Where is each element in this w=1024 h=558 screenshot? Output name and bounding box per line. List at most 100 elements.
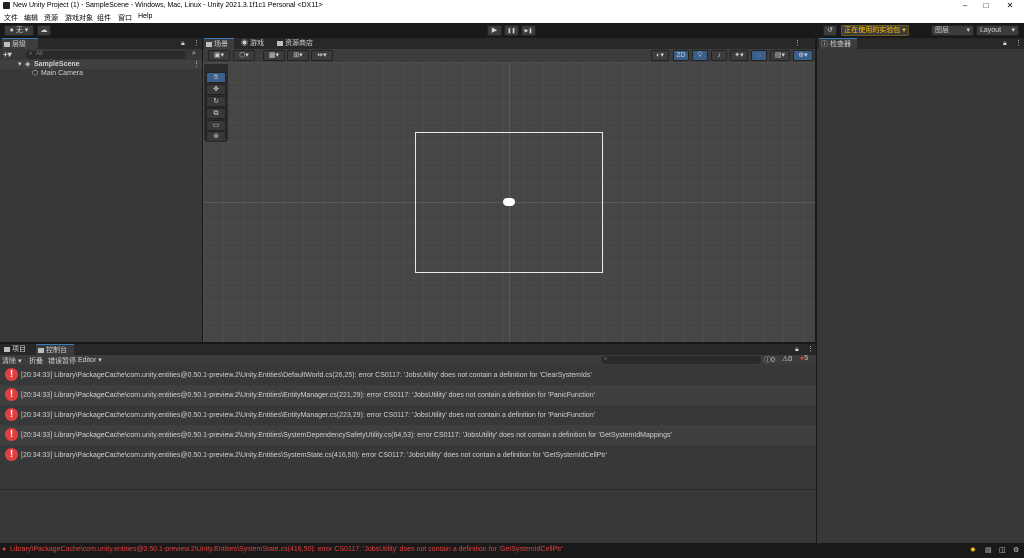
console-icon xyxy=(38,348,44,353)
render-mode-button[interactable]: ⬡▾ xyxy=(233,50,255,61)
console-entry[interactable]: ! [20:34:33] Library\PackageCache\com.un… xyxy=(0,405,816,425)
menu-gameobject[interactable]: 游戏对象 xyxy=(65,13,93,23)
scene-options-icon[interactable]: ⋮ xyxy=(193,60,200,68)
warning-count-toggle[interactable]: ⚠︎0 xyxy=(782,355,792,363)
cloud-button[interactable]: ☁ xyxy=(37,25,51,36)
cache-icon[interactable]: ◫ xyxy=(999,546,1006,554)
editor-dropdown[interactable]: Editor ▾ xyxy=(78,356,102,364)
progress-icon[interactable]: ▤ xyxy=(985,546,992,554)
lock-icon[interactable]: 🔒︎ xyxy=(181,40,185,48)
scale-tool-button[interactable]: ⧉ xyxy=(206,108,226,119)
clear-label: 清除 xyxy=(2,358,16,365)
pause-button[interactable]: ❚❚ xyxy=(504,25,519,36)
tab-hierarchy[interactable]: 层级 xyxy=(2,38,38,49)
package-status-label: 正在使用的实验包 ▾ xyxy=(844,27,906,34)
transform-tool-button[interactable]: ⊛ xyxy=(206,131,226,142)
undo-history-button[interactable]: ↺ xyxy=(823,25,837,36)
console-entry[interactable]: ! [20:34:33] Library\PackageCache\com.un… xyxy=(0,425,816,445)
cloud-icon: ☁ xyxy=(40,27,48,34)
align-button[interactable]: ⇹▾ xyxy=(311,50,333,61)
orientation-button[interactable]: ◐▾ xyxy=(651,50,669,61)
more-options-icon[interactable]: ⋮ xyxy=(807,345,814,353)
rect-tool-button[interactable]: ▭ xyxy=(206,120,226,131)
tab-inspector[interactable]: ⓘ 检查器 xyxy=(819,38,857,49)
move-tool-button[interactable]: ✥ xyxy=(206,84,226,95)
close-button[interactable]: ✕ xyxy=(1003,1,1017,11)
menu-edit[interactable]: 编辑 xyxy=(24,13,38,23)
tab-scene[interactable]: 场景 xyxy=(204,38,234,49)
console-tabbar: 项目 控制台 🔒︎ ⋮ xyxy=(0,344,816,355)
search-options-icon[interactable]: ⌕ xyxy=(192,50,196,58)
account-dropdown[interactable]: ● 无 ▾ xyxy=(4,25,34,36)
increment-snap-button[interactable]: ⊞▾ xyxy=(287,50,309,61)
step-button[interactable]: ▶❚ xyxy=(521,25,536,36)
tab-game[interactable]: ◉ 游戏 xyxy=(239,38,269,49)
minimize-button[interactable]: – xyxy=(958,1,972,11)
error-count: 5 xyxy=(804,355,809,362)
hidden-objects-button[interactable]: ◌ xyxy=(751,50,767,61)
tab-console-label: 控制台 xyxy=(46,347,67,354)
console-entry[interactable]: ! [20:34:33] Library\PackageCache\com.un… xyxy=(0,365,816,385)
console-entry[interactable]: ! [20:34:33] Library\PackageCache\com.un… xyxy=(0,445,816,465)
settings-icon[interactable]: ⚙︎ xyxy=(1013,546,1019,554)
tab-hierarchy-label: 层级 xyxy=(12,41,26,48)
chevron-down-icon: ▾ xyxy=(966,27,970,34)
tab-asset-store[interactable]: 资源商店 xyxy=(275,38,323,49)
status-bar: ● Library\PackageCache\com.unity.entitie… xyxy=(0,543,1024,558)
more-options-icon[interactable]: ⋮ xyxy=(193,39,200,47)
audio-button[interactable]: ♪ xyxy=(711,50,727,61)
play-button[interactable]: ▶ xyxy=(487,25,502,36)
menu-file[interactable]: 文件 xyxy=(4,13,18,23)
tab-project[interactable]: 项目 xyxy=(2,344,32,355)
hierarchy-tabbar: 层级 🔒︎ ⋮ xyxy=(0,38,202,49)
bug-icon[interactable]: ✹ xyxy=(970,546,976,554)
more-options-icon[interactable]: ⋮ xyxy=(1015,39,1022,47)
hand-icon: ✋︎ xyxy=(214,74,218,81)
folder-icon xyxy=(4,347,10,352)
console-entry-text: [20:34:33] Library\PackageCache\com.unit… xyxy=(21,432,672,439)
gizmos-icon: ⊕▾ xyxy=(798,52,808,59)
tab-console[interactable]: 控制台 xyxy=(36,344,74,355)
layers-dropdown[interactable]: 图层 ▾ xyxy=(931,25,974,36)
lock-icon[interactable]: 🔒︎ xyxy=(795,346,799,354)
grid-snap-button[interactable]: ▦▾ xyxy=(263,50,285,61)
toggle-2d-button[interactable]: 2D xyxy=(673,50,689,61)
log-count: 0 xyxy=(771,357,775,364)
lighting-button[interactable]: 💡︎ xyxy=(692,50,708,61)
menu-component[interactable]: 组件 xyxy=(97,13,111,23)
error-count-toggle[interactable]: ●5 xyxy=(800,355,808,362)
gizmos-button[interactable]: ⊕▾ xyxy=(793,50,813,61)
move-icon: ✥ xyxy=(213,86,219,93)
lock-icon[interactable]: 🔒︎ xyxy=(1003,40,1007,48)
hierarchy-item-main-camera[interactable]: ⬡ Main Camera xyxy=(0,69,202,78)
draw-mode-button[interactable]: ▣▾ xyxy=(208,50,230,61)
maximize-button[interactable]: □ xyxy=(979,1,993,11)
console-entry[interactable]: ! [20:34:33] Library\PackageCache\com.un… xyxy=(0,385,816,405)
scene-row[interactable]: ▾ ◈ SampleScene ⋮ xyxy=(0,60,202,69)
menu-help[interactable]: Help xyxy=(138,13,152,20)
experimental-packages-button[interactable]: 正在使用的实验包 ▾ xyxy=(841,25,909,36)
console-entry-text: [20:34:33] Library\PackageCache\com.unit… xyxy=(21,412,595,419)
rotate-tool-button[interactable]: ↻ xyxy=(206,96,226,107)
more-options-icon[interactable]: ⋮ xyxy=(794,39,801,47)
camera-button[interactable]: ▤▾ xyxy=(770,50,790,61)
status-message[interactable]: Library\PackageCache\com.unity.entities@… xyxy=(10,546,563,553)
expand-arrow-icon[interactable]: ▾ xyxy=(18,60,22,68)
console-toolbar: 清除 ▾ 折叠 错误暂停 Editor ▾ ⌕ ⓘ0 ⚠︎0 ●5 xyxy=(0,355,816,365)
log-count-toggle[interactable]: ⓘ0 xyxy=(764,355,775,365)
grid-icon xyxy=(206,42,212,47)
hierarchy-toolbar: +▾ ⌕ All ⌕ xyxy=(2,50,200,60)
account-icon: ● xyxy=(9,27,14,34)
hand-tool-button[interactable]: ✋︎ xyxy=(206,72,226,83)
console-search-input[interactable]: ⌕ xyxy=(601,356,761,364)
effects-button[interactable]: ✦▾ xyxy=(730,50,748,61)
lightbulb-icon: 💡︎ xyxy=(697,52,703,59)
scene-viewport[interactable] xyxy=(203,62,815,342)
menu-assets[interactable]: 资源 xyxy=(44,13,58,23)
account-label: 无 xyxy=(15,27,23,34)
hierarchy-search-input[interactable]: ⌕ All xyxy=(26,51,186,59)
layout-dropdown[interactable]: Layout ▾ xyxy=(976,25,1019,36)
camera-gizmo-icon[interactable] xyxy=(503,198,515,206)
menu-window[interactable]: 窗口 xyxy=(118,13,132,23)
add-icon[interactable]: +▾ xyxy=(3,50,12,59)
